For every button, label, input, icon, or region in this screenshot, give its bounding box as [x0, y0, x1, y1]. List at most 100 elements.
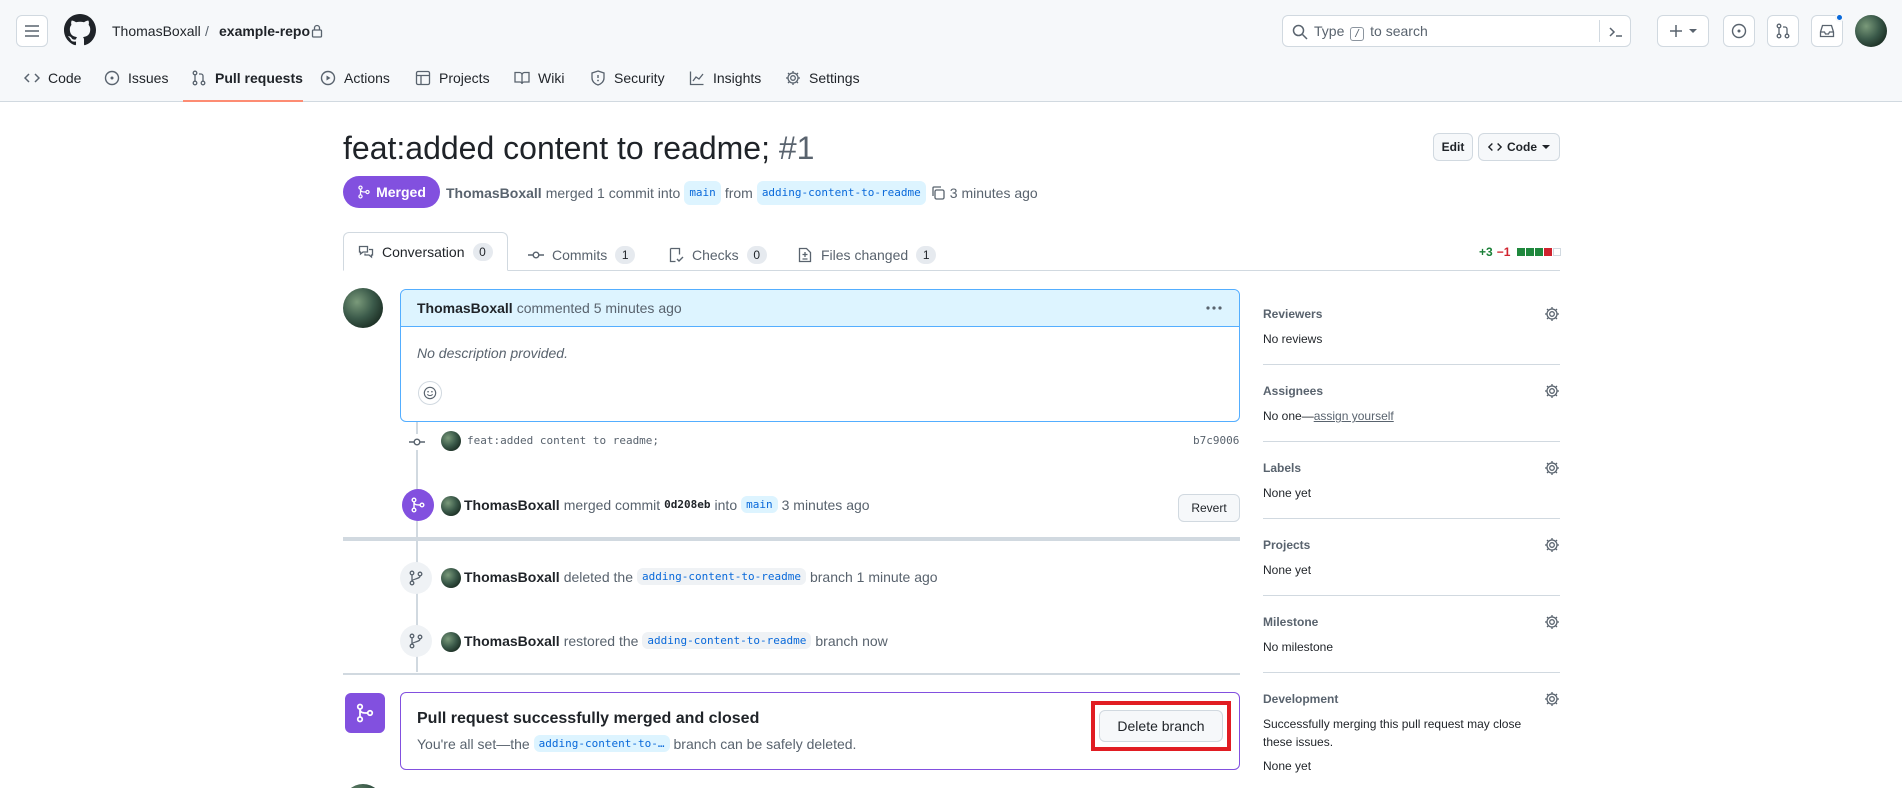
add-reaction-button[interactable]	[418, 381, 442, 405]
repo-name-link[interactable]: example-repo	[219, 21, 310, 41]
github-logo[interactable]	[64, 14, 96, 46]
head-branch-label[interactable]: adding-content-to-readme	[756, 181, 926, 205]
user-avatar[interactable]	[1855, 15, 1887, 47]
tab-files-changed-count: 1	[916, 246, 937, 264]
comment-author-avatar[interactable]	[343, 288, 383, 328]
command-palette-icon[interactable]	[1608, 24, 1624, 40]
comment-author-link[interactable]: ThomasBoxall	[417, 300, 513, 316]
nav-tab-wiki[interactable]: Wiki	[514, 66, 564, 90]
tab-conversation[interactable]: Conversation 0	[343, 232, 508, 271]
git-merge-icon	[411, 497, 425, 513]
gear-icon	[786, 71, 800, 85]
sidebar-divider	[1263, 672, 1560, 673]
nav-tab-security-label: Security	[614, 70, 665, 86]
tab-checks[interactable]: Checks 0	[668, 240, 767, 270]
revert-button[interactable]: Revert	[1178, 494, 1240, 522]
create-new-button[interactable]	[1657, 15, 1709, 47]
code-dropdown-button[interactable]: Code	[1478, 133, 1560, 161]
status-badge: Merged	[343, 176, 440, 208]
merge-event-badge	[402, 489, 434, 521]
next-comment-avatar	[343, 784, 383, 788]
commit-sha-link[interactable]: b7c9006	[1193, 434, 1239, 447]
issues-button[interactable]	[1723, 15, 1755, 47]
nav-tab-pull-requests[interactable]: Pull requests	[191, 66, 303, 90]
merge-status-text-post: branch can be safely deleted.	[673, 735, 857, 752]
deleted-author-link[interactable]: ThomasBoxall	[464, 569, 560, 585]
code-button-label: Code	[1507, 140, 1537, 154]
assignees-value-text: No one—	[1263, 409, 1314, 423]
reviewers-value: No reviews	[1263, 332, 1323, 346]
nav-tab-projects[interactable]: Projects	[415, 66, 490, 90]
nav-tab-settings[interactable]: Settings	[785, 66, 860, 90]
nav-tab-security[interactable]: Security	[590, 66, 665, 90]
nav-tab-code[interactable]: Code	[24, 66, 81, 90]
diffstat: +3 −1	[1479, 245, 1562, 259]
breadcrumb-separator: /	[205, 23, 209, 39]
commit-author-avatar[interactable]	[441, 431, 461, 451]
gear-icon[interactable]	[1544, 306, 1560, 322]
base-branch-label[interactable]: main	[684, 181, 721, 205]
gear-icon[interactable]	[1544, 614, 1560, 630]
git-pull-request-icon	[1776, 23, 1790, 39]
sidebar-divider	[1263, 518, 1560, 519]
pull-requests-button[interactable]	[1767, 15, 1799, 47]
pull-request-icon	[192, 70, 206, 86]
restored-event-text: restored the	[563, 632, 639, 649]
pr-time: 3 minutes ago	[949, 185, 1038, 201]
sidebar-divider	[1263, 441, 1560, 442]
diffstat-bar	[1516, 248, 1562, 256]
assign-yourself-link[interactable]: assign yourself	[1314, 409, 1394, 423]
sidebar-reviewers: Reviewers No reviews	[1263, 306, 1560, 348]
branch-deleted-event: ThomasBoxall deleted the adding-content-…	[464, 568, 938, 585]
merge-author-avatar[interactable]	[441, 496, 461, 516]
branch-restored-event: ThomasBoxall restored the adding-content…	[464, 632, 888, 649]
merge-event: ThomasBoxall merged commit 0d208eb into …	[464, 496, 870, 513]
search-input[interactable]: Type / to search	[1282, 15, 1631, 47]
sidebar-labels: Labels None yet	[1263, 460, 1560, 502]
nav-tab-issues-label: Issues	[128, 70, 169, 86]
copy-icon[interactable]	[930, 185, 946, 201]
gear-icon[interactable]	[1544, 460, 1560, 476]
reviewers-title: Reviewers	[1263, 307, 1323, 321]
search-icon	[1292, 24, 1308, 40]
nav-tab-insights[interactable]: Insights	[689, 66, 761, 90]
kebab-horizontal-icon[interactable]	[1205, 305, 1223, 311]
development-value-none: None yet	[1263, 759, 1312, 773]
diffstat-deletions: −1	[1496, 245, 1511, 259]
deleted-author-avatar[interactable]	[441, 568, 461, 588]
inbox-icon	[1819, 24, 1835, 38]
comment-discussion-icon	[358, 245, 374, 258]
tab-commits[interactable]: Commits 1	[528, 240, 636, 270]
gear-icon[interactable]	[1544, 691, 1560, 707]
gear-icon[interactable]	[1544, 537, 1560, 553]
git-branch-icon	[409, 570, 423, 586]
repo-owner-link[interactable]: ThomasBoxall	[112, 21, 201, 41]
diffstat-square-added	[1526, 248, 1535, 256]
github-mark-icon	[64, 14, 96, 46]
branch-restored-badge	[400, 625, 432, 657]
restored-author-avatar[interactable]	[441, 632, 461, 652]
tab-files-changed[interactable]: Files changed 1	[797, 240, 937, 270]
comment-timestamp: commented 5 minutes ago	[516, 300, 682, 316]
highlight-box	[1091, 701, 1231, 751]
pr-author-link[interactable]: ThomasBoxall	[446, 183, 542, 203]
merge-target-branch[interactable]: main	[741, 496, 778, 513]
nav-tab-issues[interactable]: Issues	[104, 66, 168, 90]
app-header: ThomasBoxall / example-repo Type / to se…	[0, 0, 1902, 102]
edit-button[interactable]: Edit	[1433, 133, 1473, 161]
merge-status-branch[interactable]: adding-content-to-…	[533, 735, 670, 752]
restored-author-link[interactable]: ThomasBoxall	[464, 633, 560, 649]
gear-icon[interactable]	[1544, 383, 1560, 399]
diffstat-additions: +3	[1479, 245, 1493, 259]
commit-message-link[interactable]: feat:added content to readme;	[467, 434, 659, 447]
menu-button[interactable]	[16, 15, 48, 47]
labels-title: Labels	[1263, 461, 1302, 475]
nav-tab-actions[interactable]: Actions	[320, 66, 390, 90]
git-merge-icon	[356, 703, 374, 723]
merge-status-title: Pull request successfully merged and clo…	[417, 710, 760, 727]
merge-commit-sha-link[interactable]: 0d208eb	[664, 498, 710, 511]
code-icon	[1488, 143, 1502, 151]
diffstat-square-added	[1535, 248, 1544, 256]
merge-author-link[interactable]: ThomasBoxall	[464, 497, 560, 513]
restored-branch-label[interactable]: adding-content-to-readme	[642, 632, 812, 649]
